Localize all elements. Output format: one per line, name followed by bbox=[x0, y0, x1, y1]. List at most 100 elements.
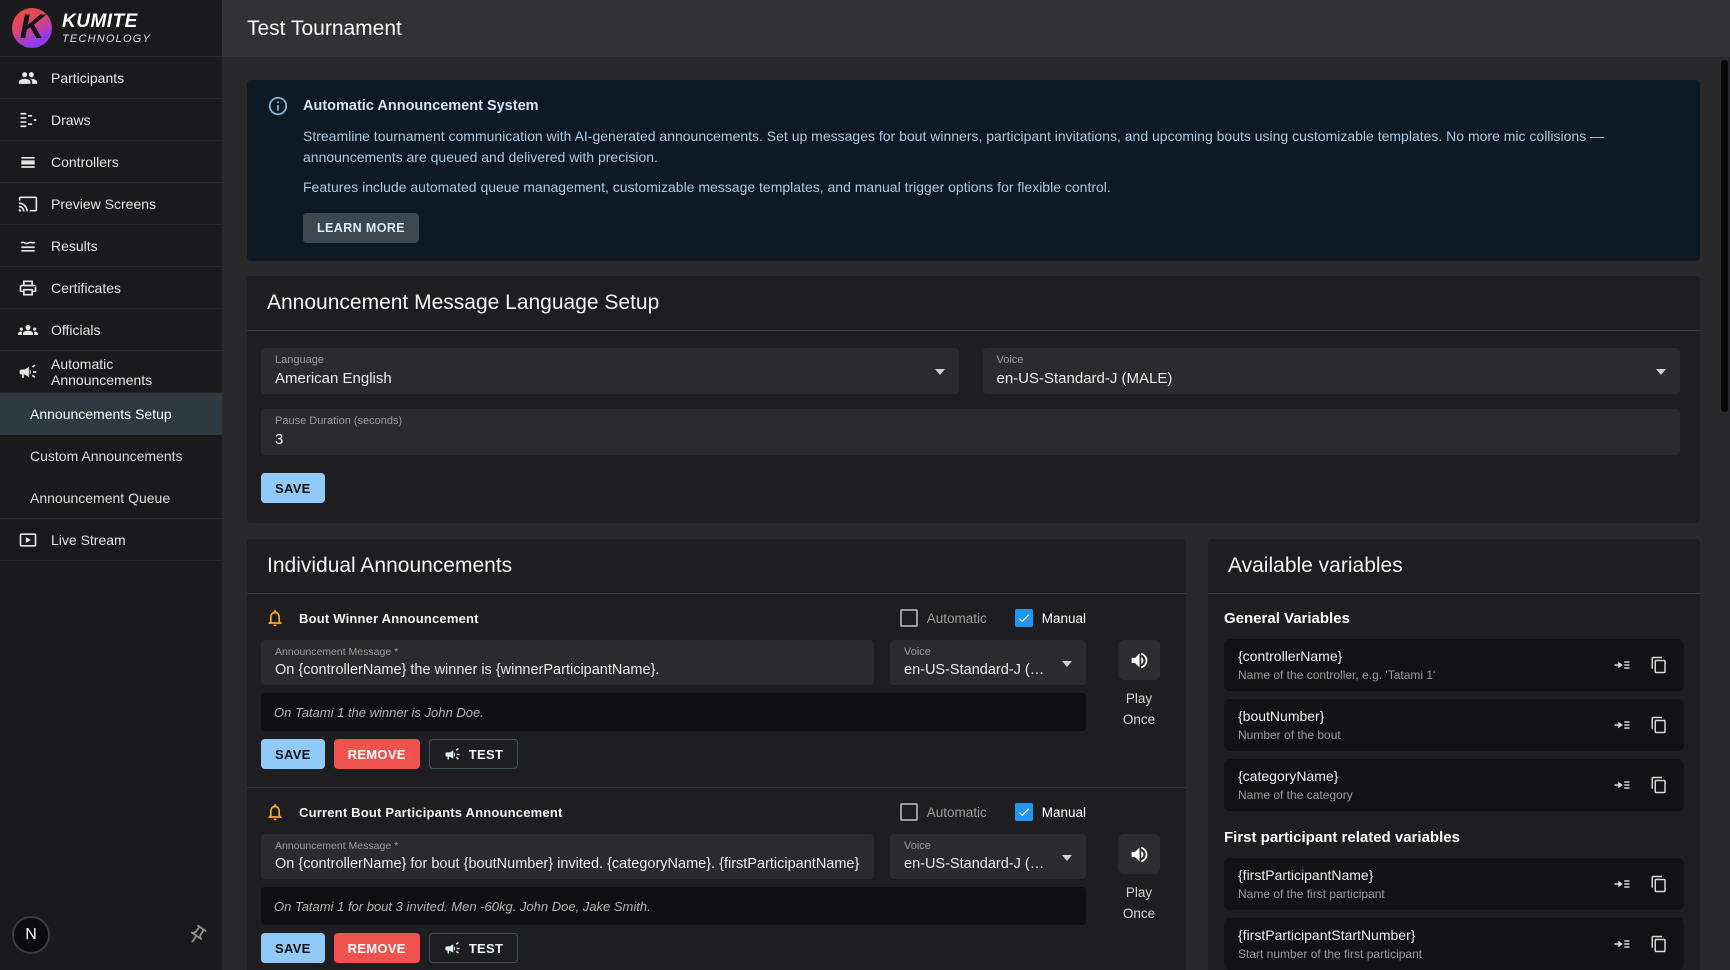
groups-icon bbox=[17, 319, 39, 341]
copy-variable-button[interactable] bbox=[1648, 873, 1670, 895]
individual-announcements-title: Individual Announcements bbox=[267, 554, 1166, 578]
variable-group-heading: General Variables bbox=[1224, 610, 1684, 627]
automatic-checkbox[interactable]: Automatic bbox=[900, 803, 987, 821]
save-button[interactable]: SAVE bbox=[261, 739, 325, 769]
bell-icon bbox=[265, 608, 285, 628]
brand-name: KUMITE bbox=[62, 12, 151, 31]
variable-group-heading: First participant related variables bbox=[1224, 829, 1684, 846]
announcement-preview-text: On Tatami 1 the winner is John Doe. bbox=[274, 705, 484, 720]
announcement-voice-select[interactable]: Voice en-US-Standard-J (MALE) bbox=[890, 834, 1086, 879]
megaphone-icon bbox=[444, 940, 461, 957]
dropdown-arrow-icon bbox=[1062, 855, 1072, 861]
insert-variable-button[interactable] bbox=[1611, 873, 1633, 895]
learn-more-button[interactable]: LEARN MORE bbox=[303, 213, 419, 243]
manual-label: Manual bbox=[1042, 611, 1086, 626]
remove-button[interactable]: REMOVE bbox=[334, 933, 420, 963]
variable-name: {firstParticipantName} bbox=[1238, 867, 1601, 883]
language-save-button[interactable]: SAVE bbox=[261, 473, 325, 503]
copy-variable-button[interactable] bbox=[1648, 714, 1670, 736]
insert-variable-button[interactable] bbox=[1611, 654, 1633, 676]
variable-group-general: General Variables {controllerName} Name … bbox=[1224, 610, 1684, 811]
voice-select[interactable]: Voice en-US-Standard-J (MALE) bbox=[983, 348, 1681, 394]
sidebar-subitem-announcements-setup[interactable]: Announcements Setup bbox=[0, 393, 222, 435]
sidebar-subitem-custom-announcements[interactable]: Custom Announcements bbox=[0, 435, 222, 477]
voice-select-label: Voice bbox=[997, 354, 1667, 367]
variable-description: Name of the controller, e.g. 'Tatami 1' bbox=[1238, 668, 1601, 682]
automatic-checkbox[interactable]: Automatic bbox=[900, 609, 987, 627]
sidebar-subitem-announcement-queue[interactable]: Announcement Queue bbox=[0, 477, 222, 519]
sidebar-item-results[interactable]: Results bbox=[0, 225, 222, 267]
sidebar-item-label: Preview Screens bbox=[51, 196, 156, 212]
play-once-button[interactable] bbox=[1118, 834, 1160, 874]
language-select[interactable]: Language American English bbox=[261, 348, 959, 394]
play-once-button[interactable] bbox=[1118, 640, 1160, 680]
pin-sidebar-icon[interactable] bbox=[186, 924, 208, 946]
bell-icon bbox=[265, 802, 285, 822]
sidebar-item-preview-screens[interactable]: Preview Screens bbox=[0, 183, 222, 225]
variable-name: {categoryName} bbox=[1238, 768, 1601, 784]
page-header: Test Tournament bbox=[222, 0, 1730, 57]
brand-logo[interactable]: K KUMITE TECHNOLOGY bbox=[0, 0, 222, 57]
pause-duration-value: 3 bbox=[275, 431, 1666, 448]
rows-icon bbox=[17, 151, 39, 173]
banner-title: Automatic Announcement System bbox=[303, 98, 539, 114]
checkbox-unchecked bbox=[900, 609, 918, 627]
language-select-value: American English bbox=[275, 370, 945, 387]
sidebar-subitem-label: Announcement Queue bbox=[30, 490, 170, 506]
insert-variable-button[interactable] bbox=[1611, 933, 1633, 955]
copy-variable-button[interactable] bbox=[1648, 654, 1670, 676]
insert-icon bbox=[1613, 716, 1631, 734]
remove-button[interactable]: REMOVE bbox=[334, 739, 420, 769]
insert-icon bbox=[1613, 935, 1631, 953]
sidebar-item-draws[interactable]: Draws bbox=[0, 99, 222, 141]
manual-checkbox[interactable]: Manual bbox=[1015, 803, 1086, 821]
announcement-preview: On Tatami 1 for bout 3 invited. Men -60k… bbox=[261, 887, 1086, 925]
pause-duration-input[interactable]: Pause Duration (seconds) 3 bbox=[261, 409, 1680, 455]
test-button[interactable]: TEST bbox=[429, 933, 518, 963]
sidebar-item-participants[interactable]: Participants bbox=[0, 57, 222, 99]
main-area: Test Tournament Automatic Announcement S… bbox=[222, 0, 1730, 970]
test-button[interactable]: TEST bbox=[429, 739, 518, 769]
vertical-scrollbar[interactable] bbox=[1720, 57, 1730, 970]
page-title: Test Tournament bbox=[247, 17, 402, 41]
insert-variable-button[interactable] bbox=[1611, 774, 1633, 796]
manual-checkbox[interactable]: Manual bbox=[1015, 609, 1086, 627]
variable-description: Number of the bout bbox=[1238, 728, 1601, 742]
variable-description: Name of the first participant bbox=[1238, 887, 1601, 901]
copy-variable-button[interactable] bbox=[1648, 933, 1670, 955]
variable-group-first-participant: First participant related variables {fir… bbox=[1224, 829, 1684, 970]
variable-description: Start number of the first participant bbox=[1238, 947, 1601, 961]
variable-description: Name of the category bbox=[1238, 788, 1601, 802]
save-button[interactable]: SAVE bbox=[261, 933, 325, 963]
insert-variable-button[interactable] bbox=[1611, 714, 1633, 736]
megaphone-icon bbox=[17, 361, 39, 383]
sidebar-item-automatic-announcements[interactable]: Automatic Announcements bbox=[0, 351, 222, 393]
banner-paragraph-1: Streamline tournament communication with… bbox=[303, 126, 1680, 168]
sidebar-item-live-stream[interactable]: Live Stream bbox=[0, 519, 222, 561]
sidebar-item-controllers[interactable]: Controllers bbox=[0, 141, 222, 183]
variable-name: {boutNumber} bbox=[1238, 708, 1601, 724]
sidebar-item-officials[interactable]: Officials bbox=[0, 309, 222, 351]
brand-tagline: TECHNOLOGY bbox=[62, 34, 151, 45]
sidebar-item-label: Controllers bbox=[51, 154, 119, 170]
results-icon bbox=[17, 235, 39, 257]
voice-value: en-US-Standard-J (MALE) bbox=[904, 856, 1072, 872]
announcement-message-input[interactable]: Announcement Message * On {controllerNam… bbox=[261, 640, 874, 685]
sidebar-item-label: Draws bbox=[51, 112, 91, 128]
speaker-icon bbox=[1129, 650, 1150, 671]
variable-row: {categoryName} Name of the category bbox=[1224, 759, 1684, 811]
announcement-voice-select[interactable]: Voice en-US-Standard-J (MALE) bbox=[890, 640, 1086, 685]
brand-text: KUMITE TECHNOLOGY bbox=[62, 12, 151, 45]
play-once-label: Play Once bbox=[1112, 883, 1166, 925]
speaker-icon bbox=[1129, 844, 1150, 865]
copy-icon bbox=[1650, 656, 1668, 674]
announcement-message-input[interactable]: Announcement Message * On {controllerNam… bbox=[261, 834, 874, 879]
sidebar-item-certificates[interactable]: Certificates bbox=[0, 267, 222, 309]
insert-icon bbox=[1613, 776, 1631, 794]
scrollbar-thumb[interactable] bbox=[1721, 60, 1728, 412]
bracket-icon bbox=[17, 109, 39, 131]
sidebar-item-label: Results bbox=[51, 238, 98, 254]
copy-variable-button[interactable] bbox=[1648, 774, 1670, 796]
available-variables-card: Available variables General Variables {c… bbox=[1208, 539, 1700, 970]
user-avatar[interactable]: N bbox=[12, 916, 50, 954]
